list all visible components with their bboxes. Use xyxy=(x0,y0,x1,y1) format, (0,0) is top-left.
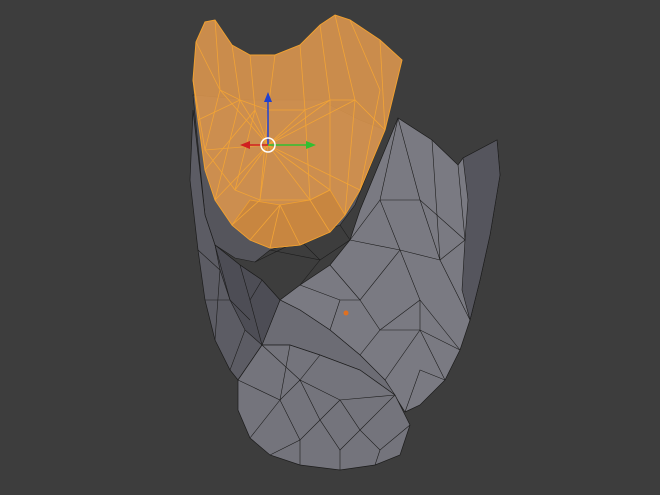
viewport-canvas[interactable] xyxy=(0,0,660,495)
object-origin-dot xyxy=(343,310,349,316)
3d-viewport[interactable] xyxy=(0,0,660,495)
